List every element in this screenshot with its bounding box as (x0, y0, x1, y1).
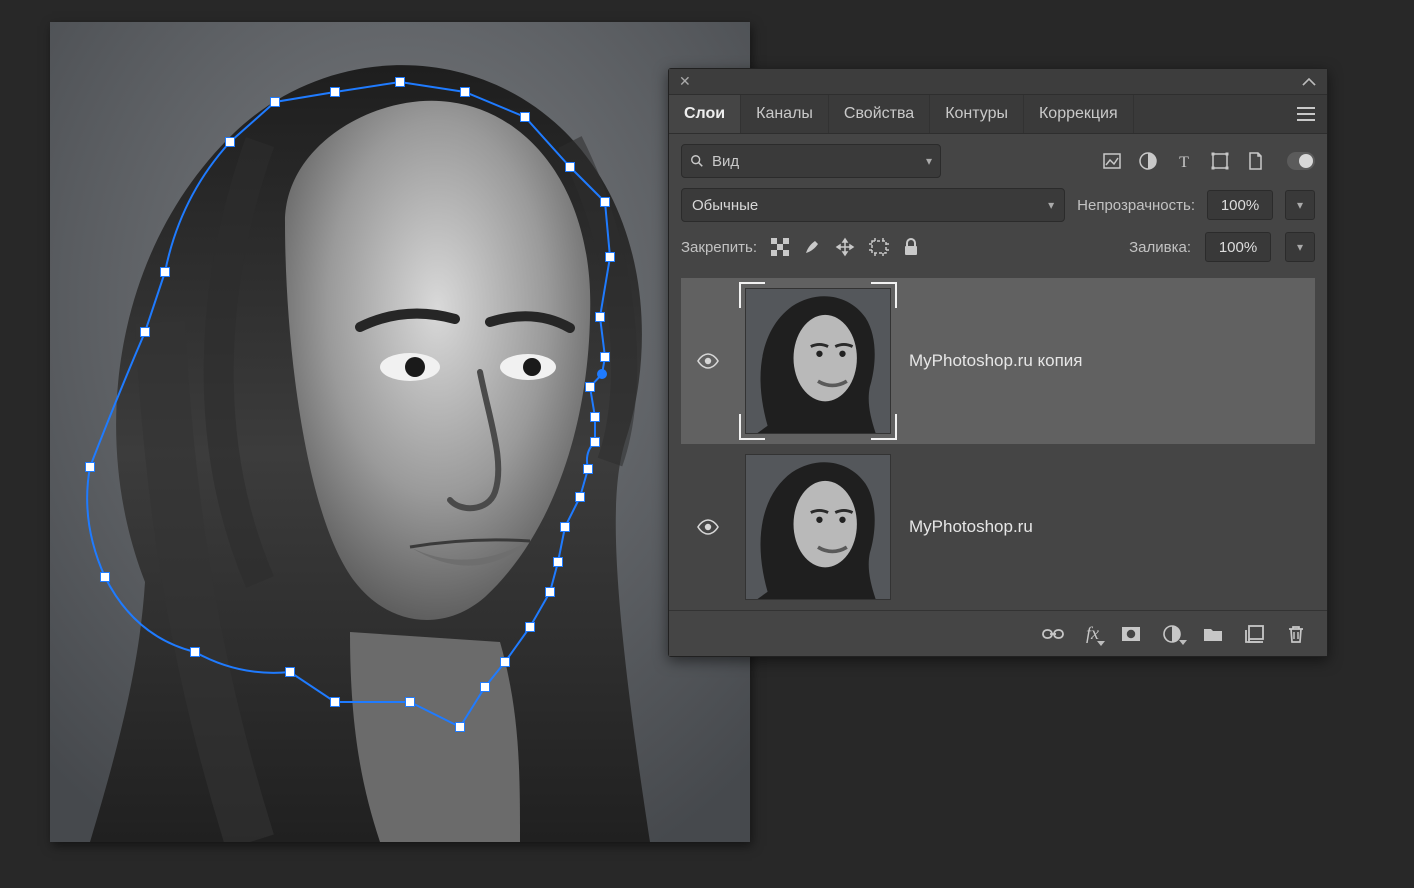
tab-paths[interactable]: Контуры (930, 95, 1024, 133)
filter-smart-icon[interactable] (1247, 152, 1263, 170)
blend-mode-value: Обычные (692, 197, 758, 214)
opacity-value[interactable]: 100% (1207, 190, 1273, 220)
blend-mode-select[interactable]: Обычные ▾ (681, 188, 1065, 222)
tab-layers[interactable]: Слои (669, 95, 741, 133)
panel-footer: fx (669, 610, 1327, 656)
close-icon[interactable]: ✕ (679, 73, 691, 90)
opacity-label: Непрозрачность: (1077, 197, 1195, 214)
fill-value[interactable]: 100% (1205, 232, 1271, 262)
layer-name[interactable]: MyPhotoshop.ru (909, 517, 1033, 537)
layer-thumbnail[interactable] (745, 454, 891, 600)
visibility-toggle[interactable] (689, 519, 727, 535)
chevron-down-icon: ▾ (1048, 198, 1054, 212)
lock-label: Закрепить: (681, 239, 757, 256)
chevron-down-icon: ▾ (926, 154, 932, 168)
tab-adjustments[interactable]: Коррекция (1024, 95, 1134, 133)
fill-label: Заливка: (1129, 239, 1191, 256)
lock-artboard-icon[interactable] (869, 238, 889, 256)
tab-properties[interactable]: Свойства (829, 95, 930, 133)
lock-position-icon[interactable] (835, 237, 855, 257)
search-icon (690, 154, 704, 168)
group-icon[interactable] (1203, 626, 1223, 642)
layer-row[interactable]: MyPhotoshop.ru (681, 444, 1315, 610)
canvas[interactable] (50, 22, 750, 842)
visibility-toggle[interactable] (689, 353, 727, 369)
filter-adjust-icon[interactable] (1139, 152, 1157, 170)
layer-kind-dropdown[interactable]: Вид ▾ (681, 144, 941, 178)
svg-text:T: T (1179, 154, 1189, 169)
fill-stepper[interactable]: ▾ (1285, 232, 1315, 262)
layers-panel: ✕ Слои Каналы Свойства Контуры Коррекция… (668, 68, 1328, 657)
portrait-image-placeholder (50, 22, 750, 842)
delete-layer-icon[interactable] (1287, 624, 1305, 644)
lock-transparency-icon[interactable] (771, 238, 789, 256)
adjustment-layer-icon[interactable] (1163, 625, 1181, 643)
filter-shape-icon[interactable] (1211, 152, 1229, 170)
layer-fx-icon[interactable]: fx (1086, 623, 1099, 644)
filter-pixel-icon[interactable] (1103, 153, 1121, 169)
panel-titlebar[interactable]: ✕ (669, 69, 1327, 95)
layer-kind-label: Вид (712, 153, 739, 170)
new-layer-icon[interactable] (1245, 625, 1265, 643)
lock-paint-icon[interactable] (803, 238, 821, 256)
layer-name[interactable]: MyPhotoshop.ru копия (909, 351, 1083, 371)
tab-channels[interactable]: Каналы (741, 95, 829, 133)
layer-list: MyPhotoshop.ru копия (681, 272, 1315, 610)
panel-tabs: Слои Каналы Свойства Контуры Коррекция (669, 95, 1327, 134)
filter-toggle[interactable] (1287, 152, 1315, 170)
filter-type-icon[interactable]: T (1175, 153, 1193, 169)
layer-row[interactable]: MyPhotoshop.ru копия (681, 278, 1315, 444)
add-mask-icon[interactable] (1121, 626, 1141, 642)
link-layers-icon[interactable] (1042, 627, 1064, 641)
panel-menu-icon[interactable] (1285, 107, 1327, 121)
layer-thumbnail[interactable] (745, 288, 891, 434)
collapse-icon[interactable] (1301, 77, 1317, 87)
lock-all-icon[interactable] (903, 238, 919, 256)
opacity-stepper[interactable]: ▾ (1285, 190, 1315, 220)
